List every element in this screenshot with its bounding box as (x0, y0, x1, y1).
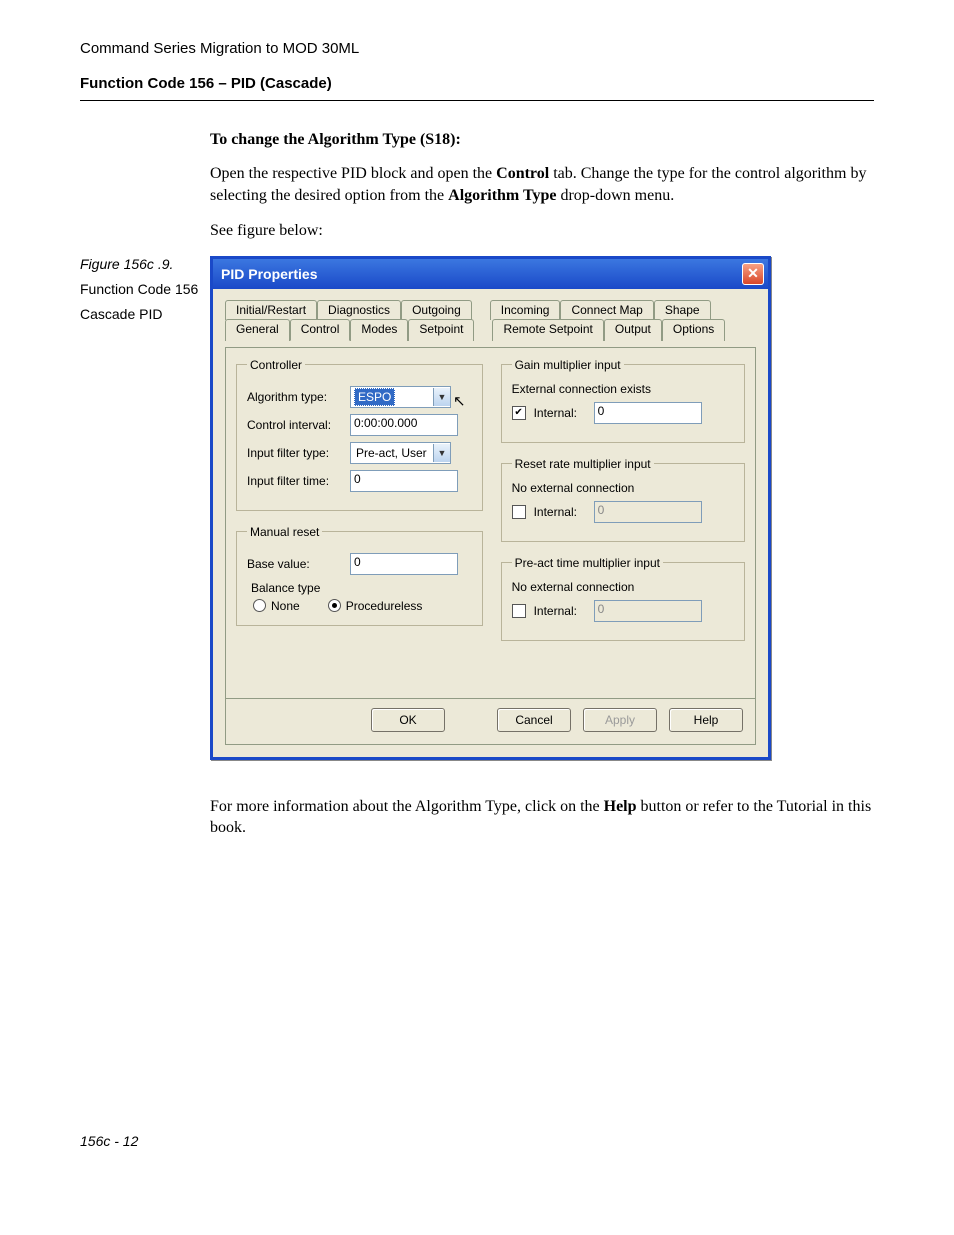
header-rule (80, 100, 874, 101)
figure-caption-sidebar: Figure 156c .9. Function Code 156 Cascad… (80, 255, 210, 324)
tab-row-1: Initial/Restart Diagnostics Outgoing Inc… (225, 299, 756, 319)
figure-line1: Function Code 156 (80, 280, 210, 299)
tab-setpoint[interactable]: Setpoint (408, 319, 474, 341)
reset-status-text: No external connection (512, 481, 734, 495)
gain-multiplier-group: Gain multiplier input External connectio… (501, 358, 745, 443)
dialog-titlebar[interactable]: PID Properties ✕ (213, 259, 768, 289)
algorithm-type-dropdown[interactable]: ESPO ▼ (350, 386, 451, 408)
control-interval-input[interactable]: 0:00:00.000 (350, 414, 458, 436)
controller-legend: Controller (247, 358, 305, 372)
ok-button[interactable]: OK (371, 708, 445, 732)
close-button[interactable]: ✕ (742, 263, 764, 285)
balance-none-radio[interactable]: None (253, 599, 300, 613)
close-icon: ✕ (747, 265, 759, 282)
balance-procedureless-label: Procedureless (346, 599, 423, 613)
manual-reset-group: Manual reset Base value: 0 Balance type … (236, 525, 483, 626)
controller-group: Controller Algorithm type: ESPO ▼ ↖ Cont… (236, 358, 483, 511)
figure-number: Figure 156c .9. (80, 255, 210, 274)
para1-bold1: Control (496, 165, 549, 182)
algorithm-type-label: Algorithm type: (247, 390, 342, 404)
doc-section-title: Function Code 156 – PID (Cascade) (80, 75, 874, 92)
reset-rate-group: Reset rate multiplier input No external … (501, 457, 745, 542)
tab-initial-restart[interactable]: Initial/Restart (225, 300, 317, 320)
tab-shape[interactable]: Shape (654, 300, 711, 320)
tab-outgoing[interactable]: Outgoing (401, 300, 472, 320)
instruction-title: To change the Algorithm Type (S18): (210, 131, 874, 149)
preact-internal-input: 0 (594, 600, 702, 622)
input-filter-time-input[interactable]: 0 (350, 470, 458, 492)
reset-rate-legend: Reset rate multiplier input (512, 457, 654, 471)
tab-diagnostics[interactable]: Diagnostics (317, 300, 401, 320)
tab-row-2: General Control Modes Setpoint Remote Se… (225, 319, 756, 341)
preact-status-text: No external connection (512, 580, 734, 594)
gain-internal-input[interactable]: 0 (594, 402, 702, 424)
cancel-button[interactable]: Cancel (497, 708, 571, 732)
para1-post: drop-down menu. (556, 187, 674, 204)
para1-pre: Open the respective PID block and open t… (210, 165, 496, 182)
radio-icon (253, 599, 266, 612)
para1-bold2: Algorithm Type (448, 187, 556, 204)
tab-options[interactable]: Options (662, 319, 725, 341)
preact-internal-label: Internal: (534, 604, 586, 618)
base-value-input[interactable]: 0 (350, 553, 458, 575)
tab-incoming[interactable]: Incoming (490, 300, 561, 320)
input-filter-type-dropdown[interactable]: Pre-act, User ▼ (350, 442, 451, 464)
mouse-cursor-icon: ↖ (453, 392, 466, 410)
input-filter-time-label: Input filter time: (247, 474, 342, 488)
dialog-title: PID Properties (221, 266, 317, 282)
instruction-para-1: Open the respective PID block and open t… (210, 163, 874, 206)
apply-button[interactable]: Apply (583, 708, 657, 732)
dropdown-arrow-icon: ▼ (433, 444, 450, 462)
para3-pre: For more information about the Algorithm… (210, 798, 604, 815)
pid-properties-dialog: PID Properties ✕ Initial/Restart Diagnos… (210, 256, 771, 760)
radio-icon (328, 599, 341, 612)
tab-control[interactable]: Control (290, 319, 351, 341)
preact-time-group: Pre-act time multiplier input No externa… (501, 556, 745, 641)
para3-bold: Help (604, 798, 637, 815)
dropdown-arrow-icon: ▼ (433, 388, 450, 406)
control-interval-label: Control interval: (247, 418, 342, 432)
tab-modes[interactable]: Modes (350, 319, 408, 341)
gain-status-text: External connection exists (512, 382, 734, 396)
balance-none-label: None (271, 599, 300, 613)
tab-connect-map[interactable]: Connect Map (560, 300, 653, 320)
preact-time-legend: Pre-act time multiplier input (512, 556, 663, 570)
gain-internal-label: Internal: (534, 406, 586, 420)
input-filter-type-value: Pre-act, User (354, 446, 427, 460)
tab-output[interactable]: Output (604, 319, 662, 341)
reset-internal-label: Internal: (534, 505, 586, 519)
doc-header-title: Command Series Migration to MOD 30ML (80, 40, 874, 57)
help-button[interactable]: Help (669, 708, 743, 732)
instruction-para-2: See figure below: (210, 220, 874, 242)
tab-panel-control: Controller Algorithm type: ESPO ▼ ↖ Cont… (225, 347, 756, 699)
instruction-para-3: For more information about the Algorithm… (210, 796, 874, 839)
algorithm-type-value: ESPO (354, 388, 395, 406)
tab-remote-setpoint[interactable]: Remote Setpoint (492, 319, 603, 341)
preact-internal-checkbox[interactable] (512, 604, 526, 618)
dialog-button-row: OK Cancel Apply Help (225, 698, 756, 745)
reset-internal-input: 0 (594, 501, 702, 523)
input-filter-type-label: Input filter type: (247, 446, 342, 460)
balance-procedureless-radio[interactable]: Procedureless (328, 599, 423, 613)
tab-general[interactable]: General (225, 319, 290, 341)
balance-type-label: Balance type (251, 581, 472, 595)
gain-multiplier-legend: Gain multiplier input (512, 358, 624, 372)
manual-reset-legend: Manual reset (247, 525, 322, 539)
tabs-container: Initial/Restart Diagnostics Outgoing Inc… (225, 299, 756, 341)
reset-internal-checkbox[interactable] (512, 505, 526, 519)
gain-internal-checkbox[interactable]: ✔ (512, 406, 526, 420)
base-value-label: Base value: (247, 557, 342, 571)
figure-line2: Cascade PID (80, 305, 210, 324)
page-footer: 156c - 12 (80, 1133, 874, 1149)
